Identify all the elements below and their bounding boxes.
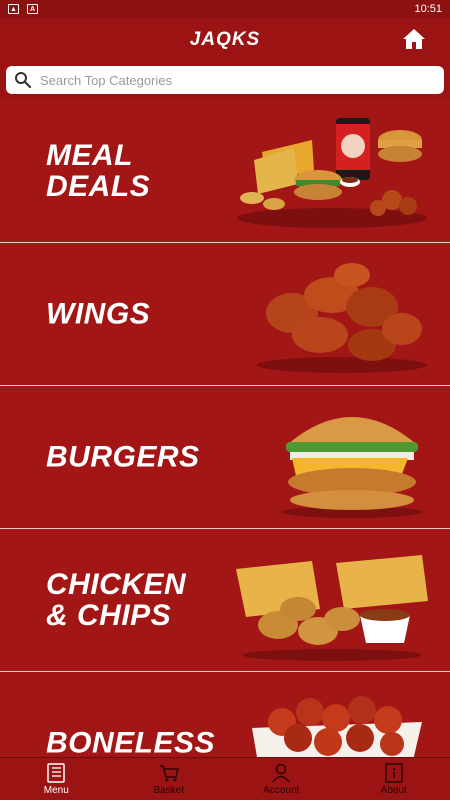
burger-image — [282, 417, 422, 518]
tab-about[interactable]: About — [338, 758, 450, 800]
tab-label: Menu — [43, 784, 69, 796]
basket-icon — [159, 764, 179, 781]
tab-label: About — [380, 784, 407, 796]
account-icon — [272, 763, 290, 782]
category-label: CHICKEN & CHIPS — [46, 568, 187, 632]
tab-basket[interactable]: Basket — [113, 758, 226, 800]
category-chicken-chips[interactable]: CHICKEN & CHIPS — [0, 529, 450, 672]
category-meal-deals[interactable]: MEAL DEALS — [0, 100, 450, 243]
tab-label: Basket — [153, 784, 185, 796]
tab-menu[interactable]: Menu — [0, 758, 113, 800]
bottom-tab-bar: Menu Basket Account About — [0, 757, 450, 800]
app-header: JAQKS — [0, 18, 450, 62]
category-label: MEAL DEALS — [46, 139, 151, 203]
wings-image — [257, 263, 427, 373]
home-icon[interactable] — [402, 28, 426, 50]
boneless-image — [252, 696, 422, 757]
search-bar[interactable] — [6, 66, 444, 94]
category-wings[interactable]: WINGS — [0, 243, 450, 386]
tab-label: Account — [263, 784, 300, 796]
menu-book-icon — [47, 762, 65, 783]
image-notification-icon: ▲ — [8, 4, 19, 14]
category-list: MEAL DEALS WINGS BURGERS CHICKEN & CHIPS… — [0, 100, 450, 757]
meal-deal-image — [237, 118, 427, 228]
app-notification-icon: A — [27, 4, 38, 14]
category-burgers[interactable]: BURGERS — [0, 386, 450, 529]
chicken-chips-image — [236, 555, 428, 661]
status-time: 10:51 — [414, 3, 442, 15]
category-label: WINGS — [46, 297, 151, 331]
status-bar: ▲ A 10:51 — [0, 0, 450, 18]
search-input[interactable] — [40, 72, 420, 88]
category-label: BONELESS — [46, 726, 216, 758]
app-logo: JAQKS — [189, 29, 261, 50]
search-icon — [15, 72, 32, 89]
category-boneless[interactable]: BONELESS — [0, 672, 450, 757]
info-icon — [385, 762, 403, 783]
category-label: BURGERS — [46, 440, 200, 474]
tab-account[interactable]: Account — [225, 758, 338, 800]
